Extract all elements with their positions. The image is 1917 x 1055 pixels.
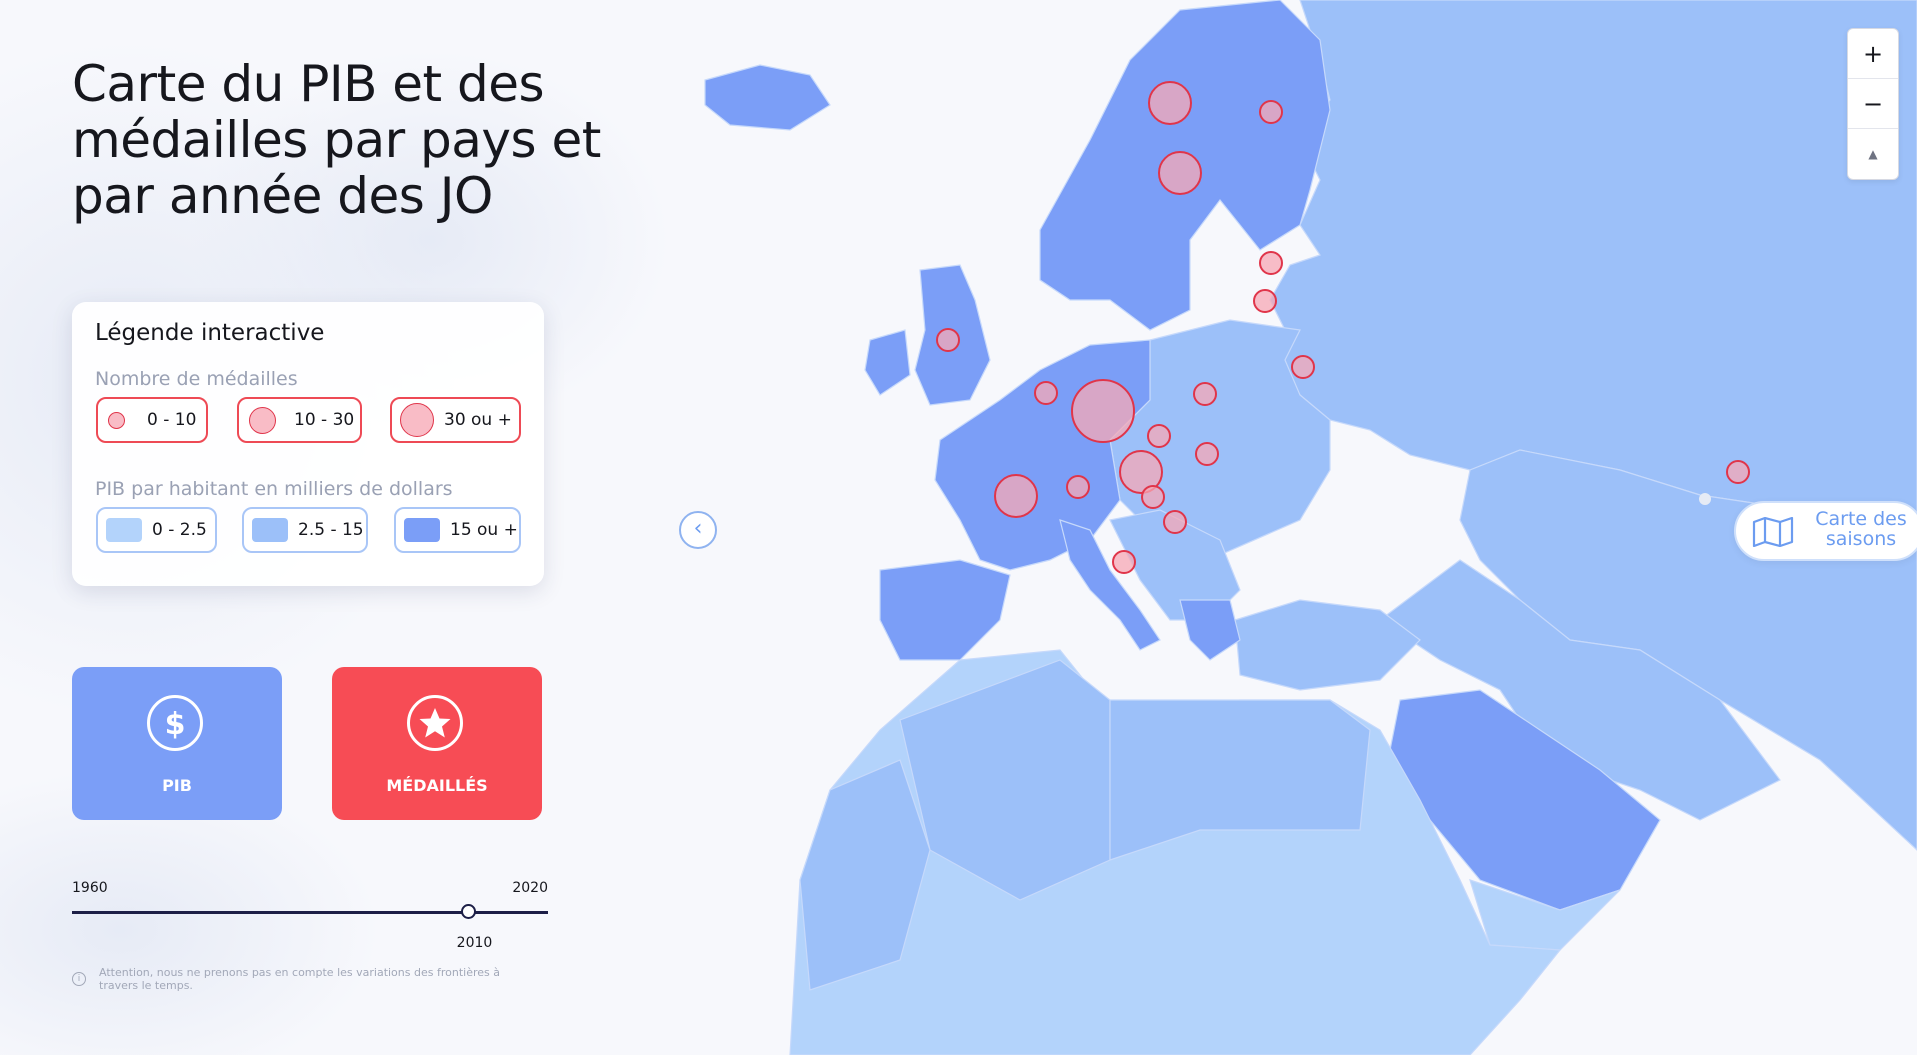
- gdp-range-mid[interactable]: 2.5 - 15: [242, 507, 368, 553]
- medal-marker[interactable]: [1034, 381, 1058, 405]
- medal-range-small[interactable]: 0 - 10: [96, 397, 208, 443]
- medal-marker[interactable]: [1148, 81, 1192, 125]
- year-end-label: 2020: [512, 880, 548, 896]
- medal-marker[interactable]: [994, 474, 1038, 518]
- medal-marker[interactable]: [1141, 485, 1165, 509]
- medal-range-small-label: 0 - 10: [147, 410, 197, 430]
- legend-title: Légende interactive: [95, 320, 325, 346]
- location-dot: [1699, 493, 1711, 505]
- dollar-icon: $: [147, 695, 203, 751]
- year-slider[interactable]: 1960 2020 2010: [72, 880, 548, 951]
- medals-button-label: MÉDAILLÉS: [386, 776, 488, 795]
- star-icon: [407, 695, 463, 751]
- chevron-left-icon: ‹: [693, 516, 703, 541]
- medal-marker[interactable]: [1259, 251, 1283, 275]
- medal-marker[interactable]: [1158, 151, 1202, 195]
- gdp-range-high[interactable]: 15 ou +: [394, 507, 521, 553]
- gdp-high-swatch: [404, 518, 440, 542]
- medal-marker[interactable]: [1112, 550, 1136, 574]
- seasons-map-button[interactable]: Carte des saisons: [1734, 501, 1917, 561]
- page-title: Carte du PIB et des médailles par pays e…: [72, 55, 601, 225]
- medals-button[interactable]: MÉDAILLÉS: [332, 667, 542, 820]
- medal-range-medium[interactable]: 10 - 30: [237, 397, 362, 443]
- year-start-label: 1960: [72, 880, 108, 896]
- gdp-mid-swatch: [252, 518, 288, 542]
- large-circle-icon: [400, 403, 434, 437]
- medium-circle-icon: [249, 406, 276, 434]
- medal-marker[interactable]: [1066, 475, 1090, 499]
- small-circle-icon: [108, 411, 125, 429]
- medal-range-large[interactable]: 30 ou +: [390, 397, 521, 443]
- gdp-legend-label: PIB par habitant en milliers de dollars: [95, 478, 453, 500]
- medal-marker[interactable]: [1253, 289, 1277, 313]
- medal-marker[interactable]: [1147, 424, 1171, 448]
- slider-thumb[interactable]: [460, 904, 476, 919]
- compass-button[interactable]: ▲: [1848, 129, 1898, 179]
- medals-legend-label: Nombre de médailles: [95, 368, 298, 390]
- zoom-controls: + − ▲: [1847, 28, 1899, 180]
- info-icon: i: [72, 972, 86, 986]
- legend-panel: Légende interactive Nombre de médailles …: [72, 302, 544, 586]
- svg-text:$: $: [165, 707, 186, 742]
- gdp-range-mid-label: 2.5 - 15: [298, 520, 364, 540]
- border-disclaimer: i Attention, nous ne prenons pas en comp…: [72, 966, 512, 992]
- medal-marker[interactable]: [1726, 460, 1750, 484]
- medal-marker[interactable]: [1259, 100, 1283, 124]
- gdp-button-label: PIB: [162, 776, 192, 795]
- medal-range-medium-label: 10 - 30: [294, 410, 355, 430]
- gdp-low-swatch: [106, 518, 142, 542]
- medal-range-large-label: 30 ou +: [444, 410, 512, 430]
- medal-marker[interactable]: [936, 328, 960, 352]
- seasons-button-label: Carte des saisons: [1815, 508, 1907, 550]
- zoom-out-button[interactable]: −: [1848, 79, 1898, 129]
- gdp-range-low-label: 0 - 2.5: [152, 520, 207, 540]
- slider-track[interactable]: [72, 911, 548, 914]
- medal-marker[interactable]: [1193, 382, 1217, 406]
- medal-marker[interactable]: [1195, 442, 1219, 466]
- map-icon: [1752, 517, 1794, 547]
- gdp-range-high-label: 15 ou +: [450, 520, 518, 540]
- zoom-in-button[interactable]: +: [1848, 29, 1898, 79]
- collapse-panel-button[interactable]: ‹: [679, 511, 717, 549]
- medal-marker[interactable]: [1291, 355, 1315, 379]
- disclaimer-text: Attention, nous ne prenons pas en compte…: [99, 966, 500, 992]
- medal-marker[interactable]: [1071, 379, 1135, 443]
- medal-marker[interactable]: [1163, 510, 1187, 534]
- current-year-label: 2010: [456, 935, 493, 951]
- gdp-button[interactable]: $ PIB: [72, 667, 282, 820]
- gdp-range-low[interactable]: 0 - 2.5: [96, 507, 217, 553]
